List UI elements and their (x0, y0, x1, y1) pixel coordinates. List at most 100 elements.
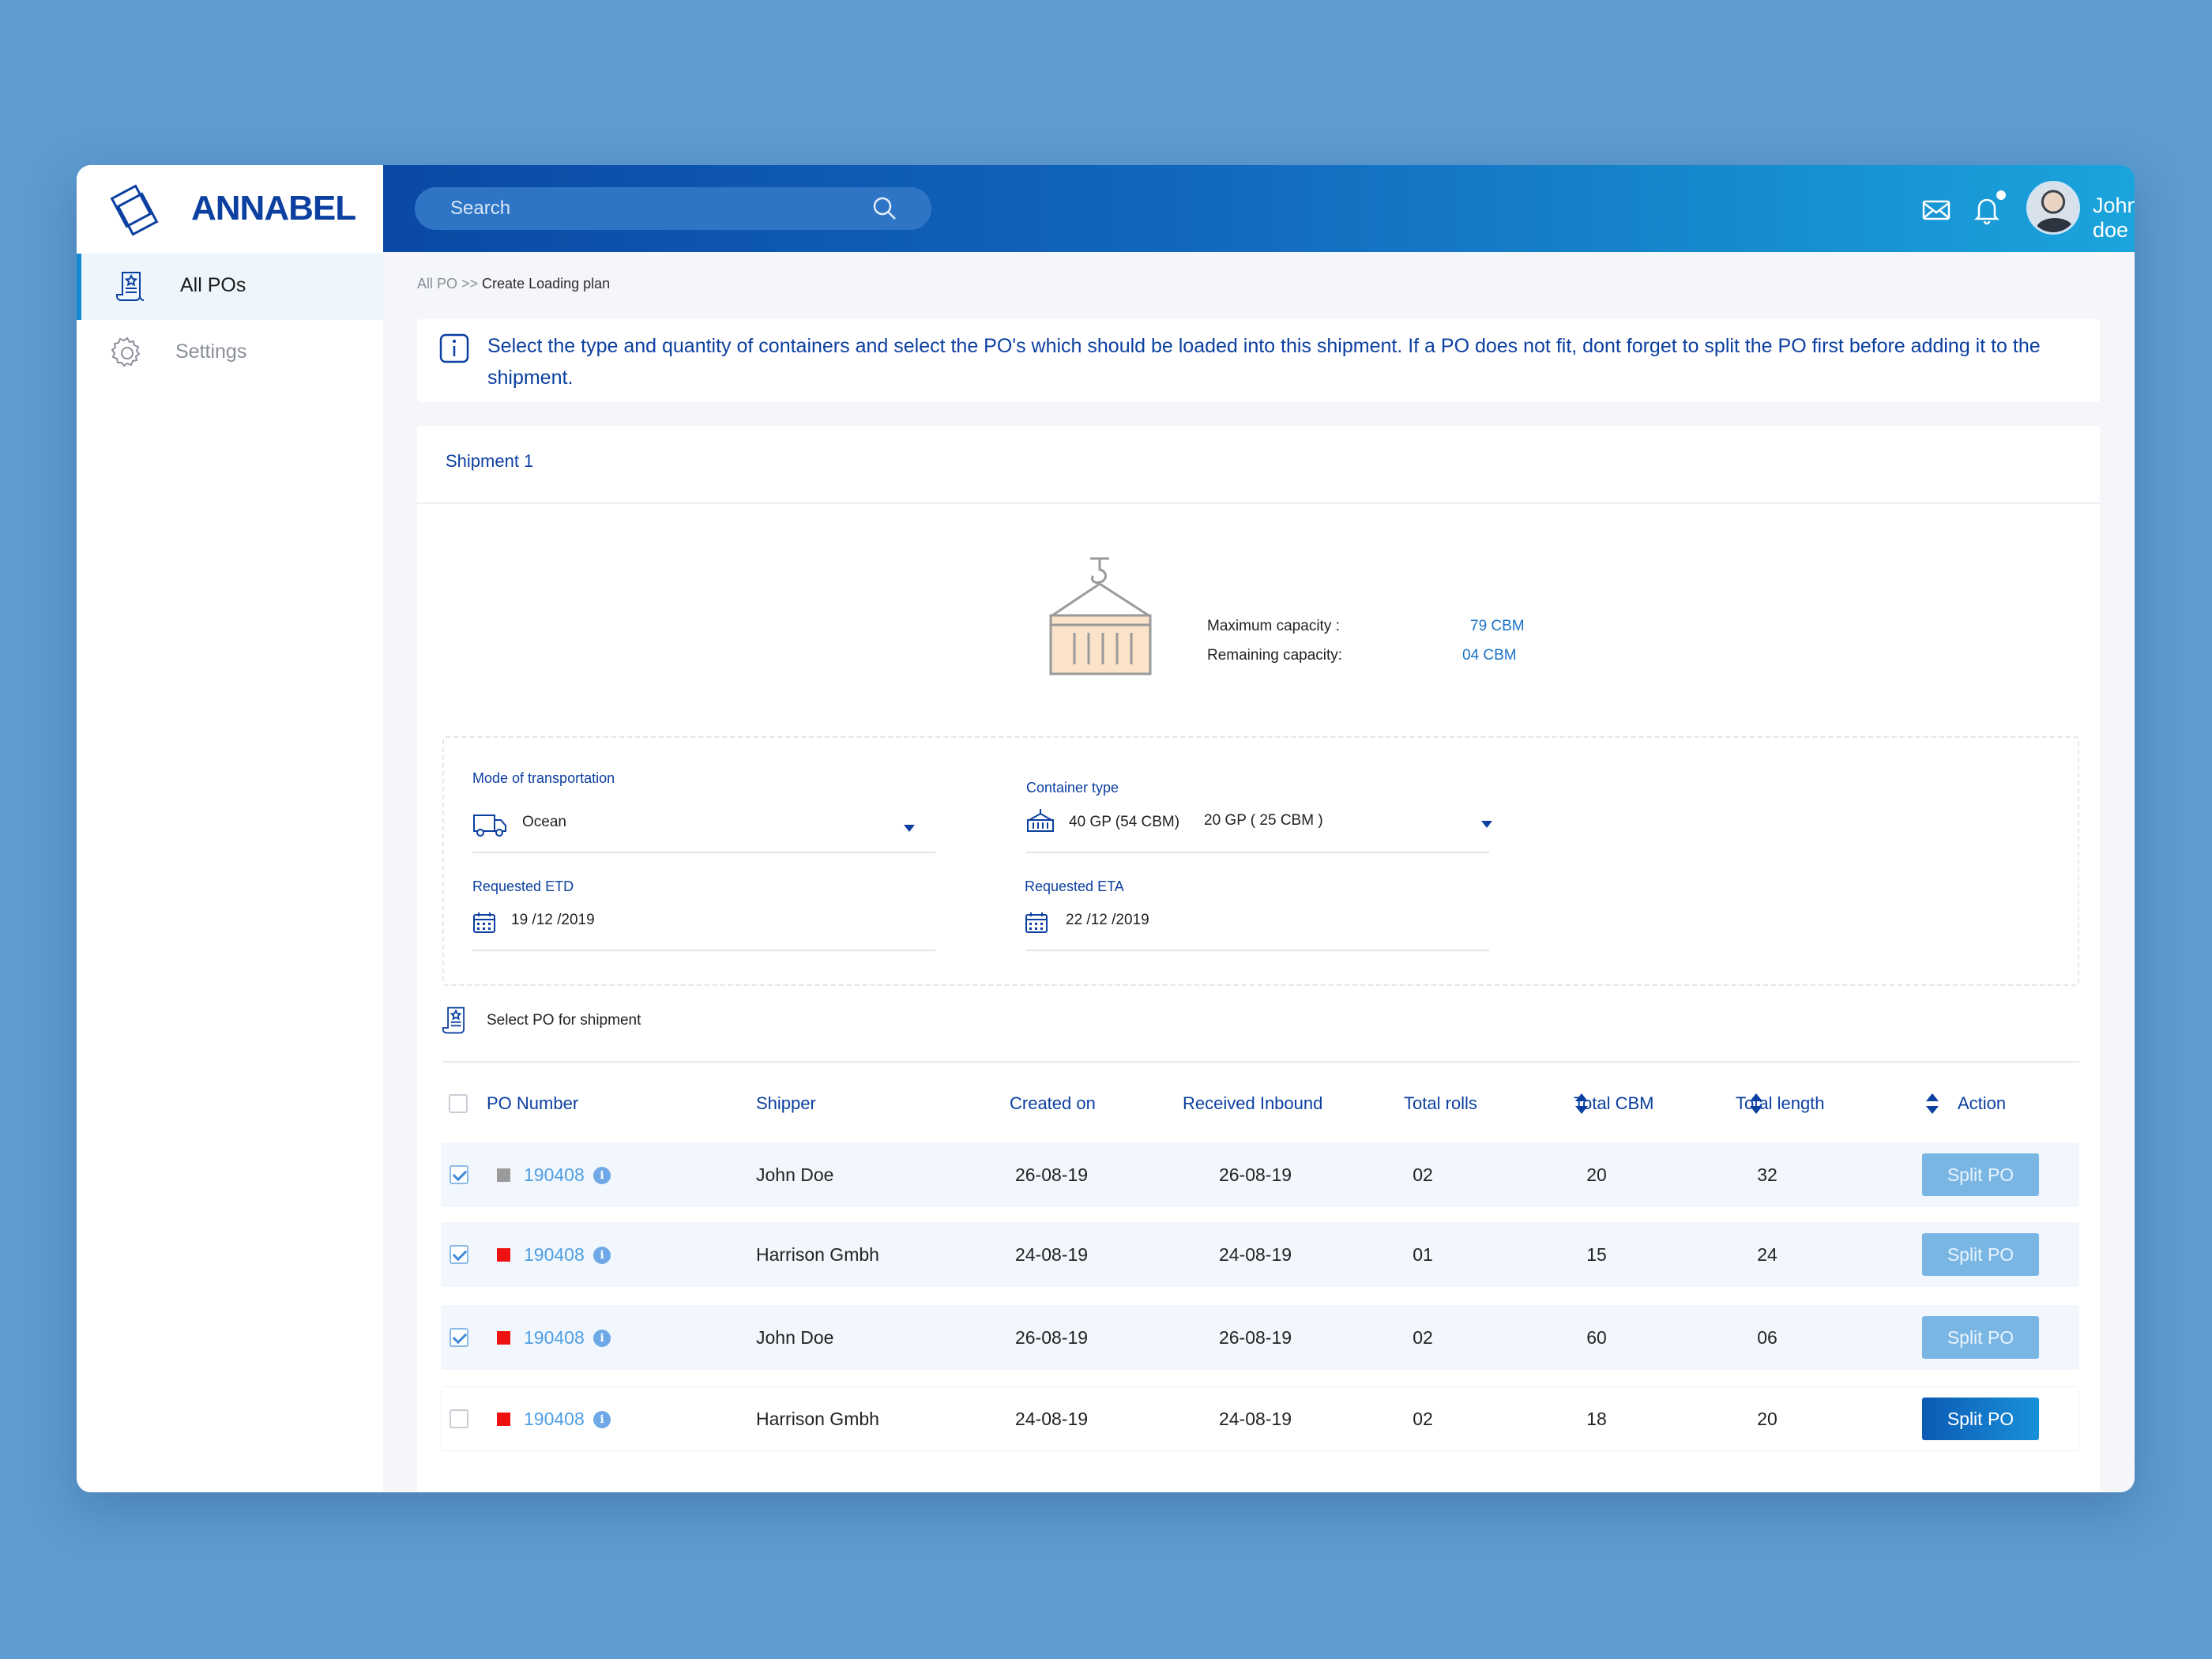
column-header-total-rolls[interactable]: Total rolls (1404, 1093, 1477, 1114)
remaining-capacity-value: 04 CBM (1462, 647, 1517, 664)
info-icon[interactable]: i (593, 1411, 611, 1428)
select-all-checkbox[interactable] (449, 1094, 468, 1113)
po-number-link[interactable]: 190408 (524, 1409, 585, 1430)
length-cell: 32 (1757, 1164, 1778, 1185)
mode-value[interactable]: Ocean (522, 814, 566, 831)
status-square (497, 1168, 510, 1182)
breadcrumb: All PO >> Create Loading plan (417, 276, 610, 292)
created-cell: 26-08-19 (1014, 1164, 1089, 1185)
breadcrumb-current: Create Loading plan (482, 276, 611, 292)
table-row[interactable]: 190408 i John Doe 26-08-19 26-08-19 02 6… (441, 1305, 2079, 1370)
breadcrumb-parent[interactable]: All PO >> (417, 276, 482, 292)
sidebar-item-label: All POs (180, 274, 246, 296)
row-checkbox[interactable] (450, 1165, 468, 1184)
column-header-total-length[interactable]: Total length (1736, 1093, 1825, 1114)
po-number-link[interactable]: 190408 (524, 1327, 585, 1349)
table-row[interactable]: 190408 i John Doe 26-08-19 26-08-19 02 2… (441, 1142, 2079, 1207)
document-icon (116, 272, 145, 301)
split-po-button[interactable]: Split PO (1922, 1153, 2039, 1196)
sort-icon[interactable] (1925, 1092, 1939, 1115)
length-cell: 20 (1757, 1409, 1778, 1429)
column-header-total-cbm[interactable]: Total CBM (1574, 1093, 1653, 1114)
info-icon[interactable]: i (593, 1167, 611, 1184)
rolls-cell: 02 (1413, 1327, 1433, 1348)
rolls-cell: 01 (1413, 1244, 1433, 1265)
mode-underline (472, 852, 935, 853)
gear-icon (111, 337, 141, 367)
column-header-created-on: Created on (1010, 1093, 1096, 1113)
cbm-cell: 15 (1586, 1244, 1607, 1265)
split-po-button[interactable]: Split PO (1922, 1233, 2039, 1276)
shipper-cell: John Doe (756, 1164, 834, 1185)
column-header-po-number: PO Number (487, 1093, 579, 1113)
app-window: ANNABEL All POs Settings Search John doe… (77, 165, 2135, 1492)
sidebar-item-all-pos[interactable]: All POs (77, 254, 383, 320)
container-icon (1049, 557, 1152, 675)
info-icon[interactable]: i (593, 1247, 611, 1264)
info-icon[interactable]: i (593, 1330, 611, 1347)
length-cell: 06 (1757, 1327, 1778, 1348)
avatar[interactable] (2026, 181, 2080, 235)
mail-icon[interactable] (1920, 194, 1952, 225)
container-value-20gp[interactable]: 20 GP ( 25 CBM ) (1204, 812, 1323, 830)
row-checkbox[interactable] (450, 1245, 468, 1264)
length-cell: 24 (1757, 1244, 1778, 1265)
eta-underline (1026, 950, 1489, 951)
shipment-form: Mode of transportation Ocean Container t… (442, 736, 2079, 986)
rolls-cell: 02 (1413, 1409, 1433, 1429)
sidebar-item-label: Settings (175, 340, 247, 363)
notification-dot (1996, 190, 2006, 200)
created-cell: 26-08-19 (1014, 1327, 1089, 1348)
etd-underline (472, 950, 935, 951)
shipper-cell: Harrison Gmbh (756, 1244, 879, 1265)
po-number-link[interactable]: 190408 (524, 1244, 585, 1266)
topbar: John doe (383, 165, 2135, 252)
brand[interactable]: ANNABEL (77, 165, 383, 252)
received-cell: 24-08-19 (1218, 1244, 1292, 1265)
split-po-button[interactable]: Split PO (1922, 1398, 2039, 1440)
container-dropdown-caret[interactable] (1481, 821, 1492, 828)
truck-icon (473, 814, 506, 837)
max-capacity-value: 79 CBM (1470, 618, 1525, 634)
brand-name: ANNABEL (191, 189, 356, 228)
row-checkbox[interactable] (450, 1409, 468, 1428)
container-value-40gp[interactable]: 40 GP (54 CBM) (1069, 814, 1179, 831)
eta-label: Requested ETA (1025, 878, 1124, 894)
calendar-icon[interactable] (1025, 910, 1059, 935)
logo-icon (110, 184, 159, 236)
info-message: Select the type and quantity of containe… (487, 335, 2041, 389)
etd-value[interactable]: 19 /12 /2019 (511, 912, 595, 929)
calendar-icon[interactable] (472, 910, 507, 935)
split-po-button[interactable]: Split PO (1922, 1316, 2039, 1359)
created-cell: 24-08-19 (1014, 1409, 1089, 1429)
status-square (497, 1413, 510, 1426)
column-header-received-inbound: Received Inbound (1183, 1093, 1323, 1113)
created-cell: 24-08-19 (1014, 1244, 1089, 1265)
container-underline (1026, 852, 1489, 853)
eta-value[interactable]: 22 /12 /2019 (1066, 912, 1149, 929)
received-cell: 24-08-19 (1218, 1409, 1292, 1429)
sidebar-item-settings[interactable]: Settings (77, 320, 383, 386)
shipper-cell: John Doe (756, 1327, 834, 1348)
select-po-title: Select PO for shipment (487, 1012, 641, 1029)
po-number-link[interactable]: 190408 (524, 1164, 585, 1186)
user-name[interactable]: John doe (2093, 194, 2135, 243)
document-icon (442, 1006, 465, 1034)
search-input[interactable] (415, 187, 931, 230)
rolls-cell: 02 (1413, 1164, 1433, 1185)
table-row[interactable]: 190408 i Harrison Gmbh 24-08-19 24-08-19… (441, 1222, 2079, 1287)
column-header-shipper: Shipper (756, 1093, 816, 1113)
divider (417, 502, 2100, 504)
received-cell: 26-08-19 (1218, 1164, 1292, 1185)
container-type-label: Container type (1026, 780, 1119, 796)
mode-dropdown-caret[interactable] (904, 825, 915, 832)
table-row[interactable]: 190408 i Harrison Gmbh 24-08-19 24-08-19… (441, 1386, 2079, 1451)
info-icon (439, 333, 469, 363)
shipment-title: Shipment 1 (446, 451, 534, 471)
status-square (497, 1331, 510, 1345)
status-square (497, 1248, 510, 1262)
row-checkbox[interactable] (450, 1328, 468, 1347)
search-icon[interactable] (871, 195, 898, 222)
max-capacity-label: Maximum capacity : (1207, 618, 1340, 634)
cbm-cell: 18 (1586, 1409, 1607, 1429)
